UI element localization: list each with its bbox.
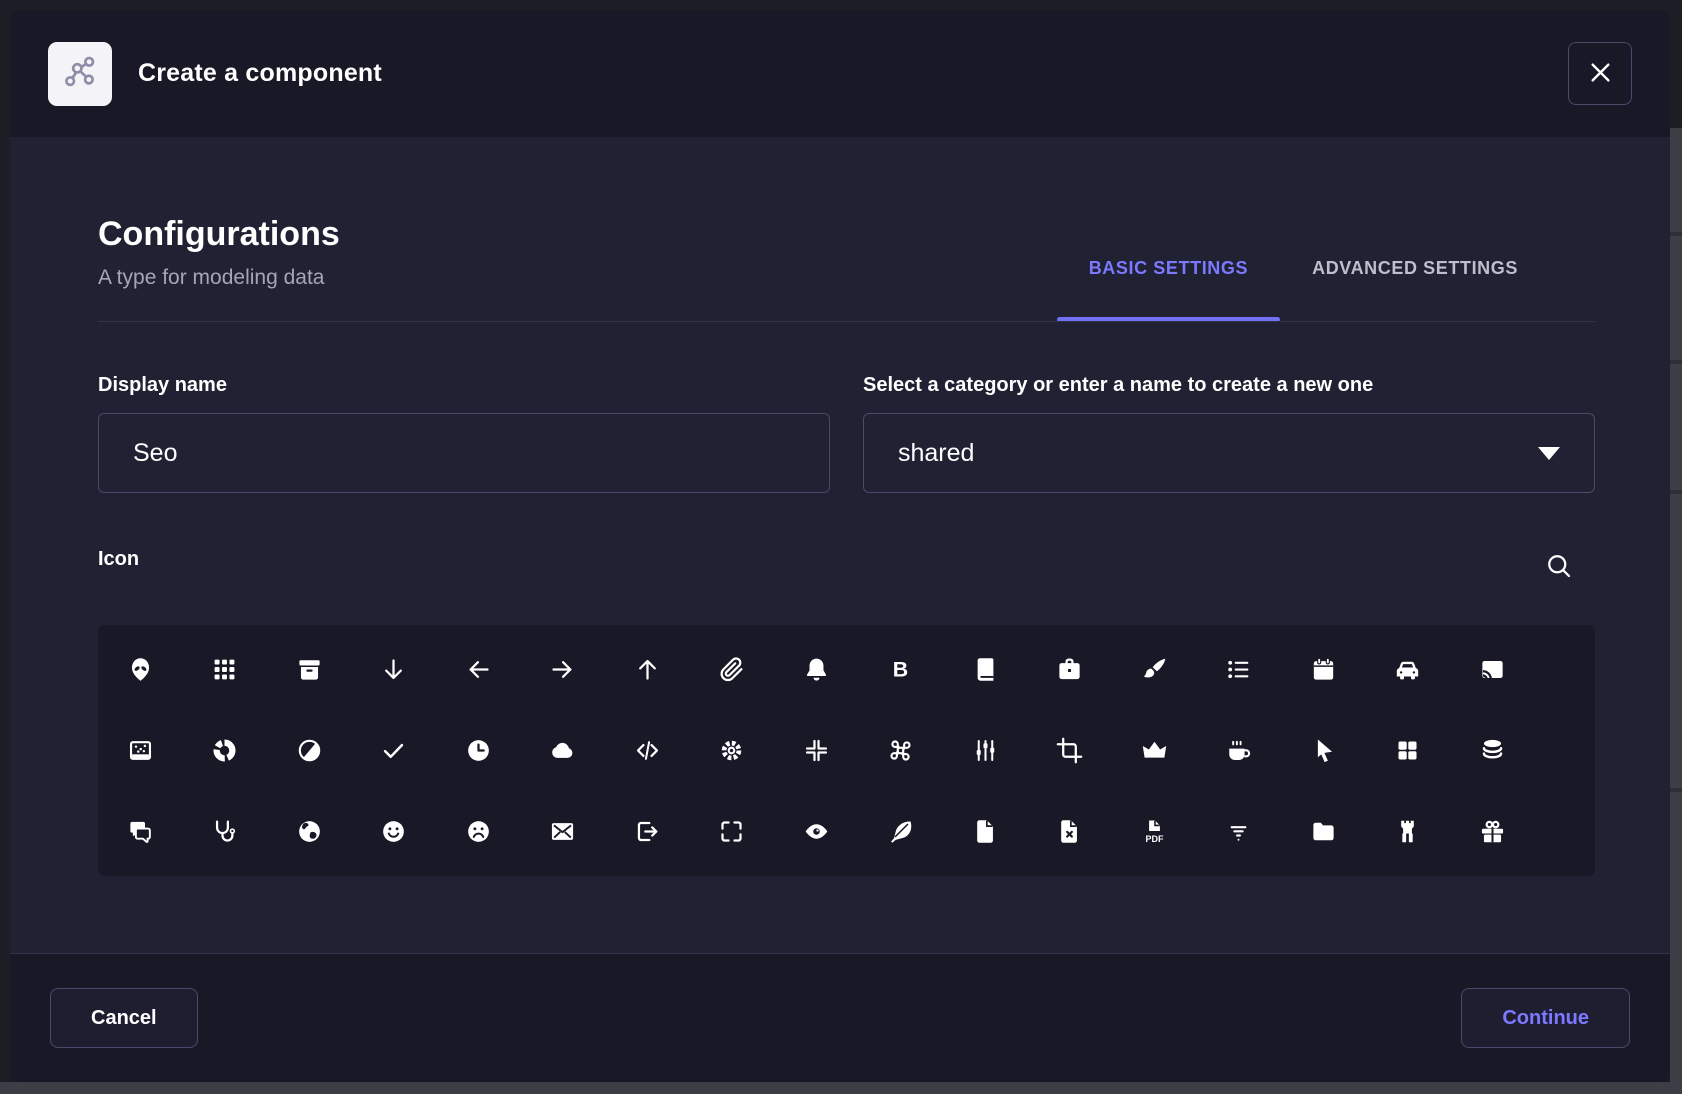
component-icon [61, 52, 99, 95]
emotion-happy-icon[interactable] [352, 791, 437, 872]
category-select[interactable]: shared [863, 413, 1595, 493]
close-icon [1587, 59, 1614, 89]
file-pdf-icon[interactable]: PDF [1112, 791, 1197, 872]
apps-icon[interactable] [183, 629, 268, 710]
page-backdrop-right [1670, 128, 1682, 1082]
calendar-icon[interactable] [1281, 629, 1366, 710]
settings-tabs: BASIC SETTINGS ADVANCED SETTINGS [1057, 258, 1550, 321]
alien-icon[interactable] [98, 629, 183, 710]
component-icon-tile [48, 42, 112, 106]
cancel-button[interactable]: Cancel [50, 988, 198, 1048]
chart-pie-icon[interactable] [267, 710, 352, 791]
cast-icon[interactable] [1450, 629, 1535, 710]
clock-icon[interactable] [436, 710, 521, 791]
crop-icon[interactable] [1028, 710, 1113, 791]
stethoscope-icon[interactable] [183, 791, 268, 872]
page-title: Configurations [98, 215, 340, 254]
cursor-icon[interactable] [1281, 710, 1366, 791]
chart-circle-icon[interactable] [183, 710, 268, 791]
feather-icon[interactable] [859, 791, 944, 872]
archive-icon[interactable] [267, 629, 352, 710]
chart-bubble-icon[interactable] [98, 710, 183, 791]
arrow-right-icon[interactable] [521, 629, 606, 710]
filter-icon[interactable] [1197, 791, 1282, 872]
database-icon[interactable] [1450, 710, 1535, 791]
book-icon[interactable] [943, 629, 1028, 710]
heading-group: Configurations A type for modeling data [98, 215, 340, 290]
close-button[interactable] [1568, 42, 1632, 105]
tab-advanced-settings[interactable]: ADVANCED SETTINGS [1280, 258, 1550, 321]
svg-text:PDF: PDF [1145, 834, 1164, 844]
castle-gate-icon[interactable] [1366, 791, 1451, 872]
category-select-value: shared [898, 439, 974, 468]
tabs-divider [98, 321, 1595, 322]
modal-body: Configurations A type for modeling data … [10, 137, 1670, 953]
check-icon[interactable] [352, 710, 437, 791]
tab-basic-settings[interactable]: BASIC SETTINGS [1057, 258, 1280, 321]
page-subtitle: A type for modeling data [98, 266, 340, 290]
bell-icon[interactable] [774, 629, 859, 710]
arrow-left-icon[interactable] [436, 629, 521, 710]
tab-advanced-settings-label: ADVANCED SETTINGS [1312, 258, 1518, 278]
file-icon[interactable] [943, 791, 1028, 872]
collapse-icon[interactable] [774, 710, 859, 791]
envelope-icon[interactable] [521, 791, 606, 872]
car-icon[interactable] [1366, 629, 1451, 710]
modal-footer: Cancel Continue [10, 953, 1670, 1082]
category-label: Select a category or enter a name to cre… [863, 374, 1373, 397]
discuss-icon[interactable] [98, 791, 183, 872]
earth-icon[interactable] [267, 791, 352, 872]
continue-button[interactable]: Continue [1461, 988, 1630, 1048]
eye-icon[interactable] [774, 791, 859, 872]
display-name-input[interactable] [133, 439, 795, 468]
paint-brush-icon[interactable] [1112, 629, 1197, 710]
coffee-cup-icon[interactable] [1197, 710, 1282, 791]
create-component-modal: Create a component Configurations A type… [10, 10, 1670, 1082]
attachment-icon[interactable] [690, 629, 775, 710]
cloud-icon[interactable] [521, 710, 606, 791]
exit-icon[interactable] [605, 791, 690, 872]
dashboard-icon[interactable] [1366, 710, 1451, 791]
tab-basic-settings-label: BASIC SETTINGS [1089, 258, 1248, 278]
briefcase-icon[interactable] [1028, 629, 1113, 710]
display-name-label: Display name [98, 374, 227, 397]
icon-search-button[interactable] [1544, 551, 1574, 581]
cog-icon[interactable] [690, 710, 775, 791]
icon-section-label: Icon [98, 548, 139, 571]
modal-title: Create a component [138, 59, 382, 88]
folder-icon[interactable] [1281, 791, 1366, 872]
page-backdrop-bottom [0, 1082, 1682, 1094]
display-name-field [98, 413, 830, 493]
crown-icon[interactable] [1112, 710, 1197, 791]
sliders-icon[interactable] [943, 710, 1028, 791]
modal-header: Create a component [10, 10, 1670, 137]
svg-text:B: B [893, 657, 908, 681]
command-icon[interactable] [859, 710, 944, 791]
bullet-list-icon[interactable] [1197, 629, 1282, 710]
icon-grid: B PDF [98, 625, 1595, 876]
search-icon [1544, 569, 1574, 584]
expand-icon[interactable] [690, 791, 775, 872]
gift-icon[interactable] [1450, 791, 1535, 872]
code-icon[interactable] [605, 710, 690, 791]
arrow-up-icon[interactable] [605, 629, 690, 710]
arrow-down-icon[interactable] [352, 629, 437, 710]
file-error-icon[interactable] [1028, 791, 1113, 872]
bold-icon[interactable]: B [859, 629, 944, 710]
emotion-unhappy-icon[interactable] [436, 791, 521, 872]
chevron-down-icon [1538, 447, 1560, 460]
